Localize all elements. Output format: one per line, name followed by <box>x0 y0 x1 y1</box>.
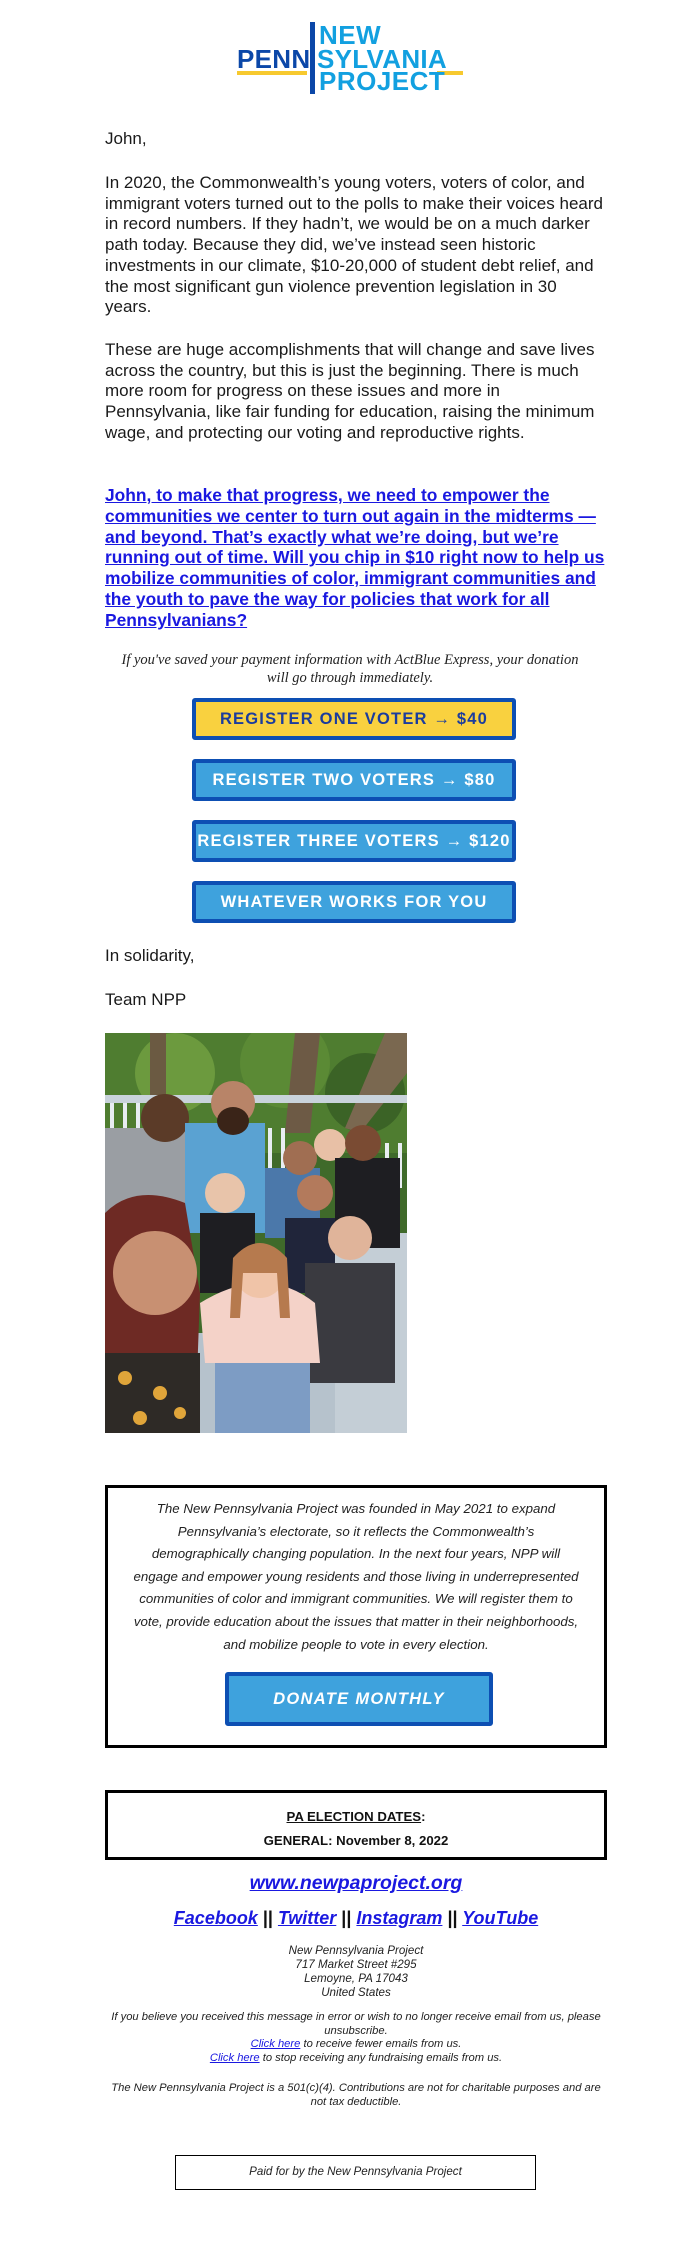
address-country: United States <box>321 1986 391 1999</box>
team-group-photo <box>105 1033 407 1433</box>
address-city: Lemoyne, PA 17043 <box>304 1972 408 1985</box>
social-links: Facebook || Twitter || Instagram || YouT… <box>105 1908 607 1929</box>
logo-word-penn: PENN <box>237 44 311 74</box>
mailing-address: New Pennsylvania Project 717 Market Stre… <box>105 1944 607 2000</box>
social-separator: || <box>447 1908 458 1928</box>
tax-disclaimer: The New Pennsylvania Project is a 501(c)… <box>111 2082 601 2108</box>
npp-logo[interactable]: NEW PENN SYLVANIA PROJECT <box>237 18 463 96</box>
signature: Team NPP <box>105 990 187 1009</box>
about-npp-text: The New Pennsylvania Project was founded… <box>133 1501 579 1652</box>
election-dates-heading: PA ELECTION DATES: <box>286 1809 426 1824</box>
twitter-link[interactable]: Twitter <box>278 1908 336 1928</box>
youtube-link[interactable]: YouTube <box>462 1908 538 1928</box>
general-election-date: GENERAL: November 8, 2022 <box>263 1833 449 1848</box>
social-separator: || <box>341 1908 352 1928</box>
photo-illustration <box>105 1033 407 1433</box>
register-one-voter-button[interactable]: REGISTER ONE VOTER → $40 <box>192 698 516 740</box>
website-link[interactable]: www.newpaproject.org <box>105 1872 607 1895</box>
fewer-emails-line: Click here to receive fewer emails from … <box>250 2038 462 2050</box>
greeting: John, <box>105 129 147 148</box>
about-npp-box: The New Pennsylvania Project was founded… <box>105 1485 607 1748</box>
stop-fundraising-line: Click here to stop receiving any fundrai… <box>209 2051 503 2064</box>
election-dates-box: PA ELECTION DATES: GENERAL: November 8, … <box>105 1790 607 1860</box>
address-street: 717 Market Street #295 <box>295 1958 417 1971</box>
stop-fundraising-link[interactable]: Click here <box>210 2052 260 2064</box>
register-two-voters-button[interactable]: REGISTER TWO VOTERS → $80 <box>192 759 516 801</box>
address-org: New Pennsylvania Project <box>288 1944 424 1957</box>
unsubscribe-text: If you believe you received this message… <box>111 2011 601 2037</box>
paid-for-disclaimer: Paid for by the New Pennsylvania Project <box>175 2155 536 2190</box>
instagram-link[interactable]: Instagram <box>356 1908 442 1928</box>
unsubscribe-section: If you believe you received this message… <box>105 2011 607 2065</box>
cta-donate-link[interactable]: John, to make that progress, we need to … <box>105 485 615 631</box>
facebook-link[interactable]: Facebook <box>174 1908 258 1928</box>
donate-monthly-button[interactable]: DONATE MONTHLY <box>225 1672 493 1726</box>
fewer-emails-link[interactable]: Click here <box>251 2038 301 2050</box>
logo-stem <box>310 22 315 94</box>
paragraph-progress: These are huge accomplishments that will… <box>105 340 595 442</box>
paragraph-achievements: In 2020, the Commonwealth’s young voters… <box>105 173 603 317</box>
logo-word-project: PROJECT <box>319 66 446 96</box>
register-three-voters-button[interactable]: REGISTER THREE VOTERS → $120 <box>192 820 516 862</box>
actblue-express-note: If you've saved your payment information… <box>121 652 579 686</box>
social-separator: || <box>262 1908 273 1928</box>
whatever-works-button[interactable]: WHATEVER WORKS FOR YOU <box>192 881 516 923</box>
signoff: In solidarity, <box>105 946 195 965</box>
